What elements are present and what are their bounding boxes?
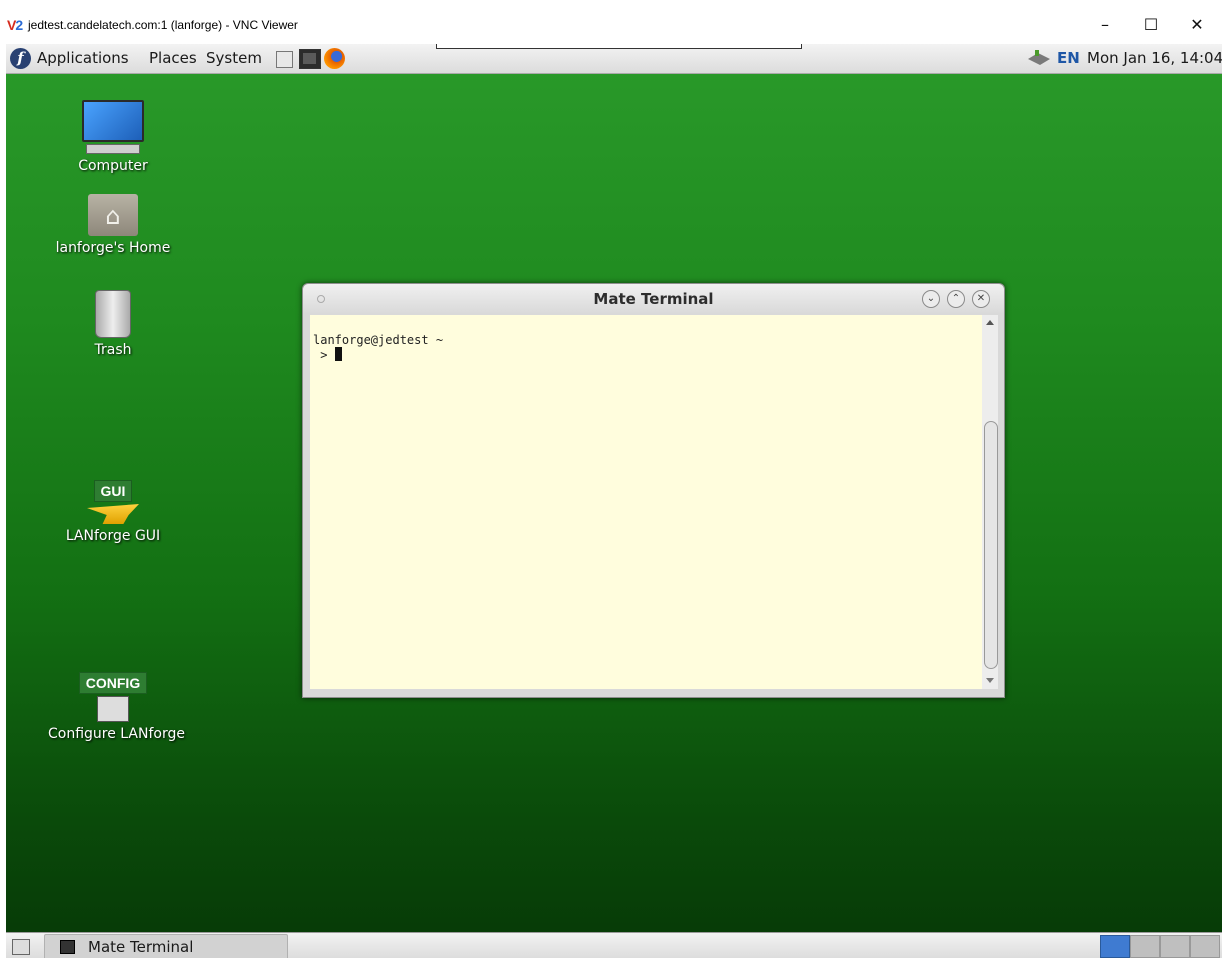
- workspace-4[interactable]: [1190, 935, 1220, 958]
- terminal-title: Mate Terminal: [593, 290, 714, 308]
- taskbar-item-label: Mate Terminal: [88, 938, 194, 956]
- terminal-minimize-button[interactable]: ⌄: [922, 290, 940, 308]
- trash-icon: [95, 290, 131, 338]
- terminal-content[interactable]: lanforge@jedtest ~ >: [310, 315, 982, 689]
- desktop-icon-label: Computer: [78, 158, 148, 174]
- desktop-icon-lanforge-gui[interactable]: GUI LANforge GUI: [48, 480, 178, 544]
- workspace-3[interactable]: [1160, 935, 1190, 958]
- terminal-close-button[interactable]: ✕: [972, 290, 990, 308]
- config-badge: CONFIG: [78, 672, 148, 694]
- bottom-panel: Mate Terminal: [6, 932, 1222, 958]
- remote-desktop[interactable]: f Applications Places System EN Mon Jan …: [6, 44, 1222, 958]
- scrollbar-thumb[interactable]: [984, 421, 998, 669]
- file-manager-launcher-icon[interactable]: [276, 51, 293, 68]
- terminal-scrollbar[interactable]: [982, 315, 998, 689]
- gui-badge: GUI: [93, 480, 133, 502]
- keyboard-layout-indicator[interactable]: EN: [1057, 49, 1080, 67]
- workspace-2[interactable]: [1130, 935, 1160, 958]
- terminal-prompt-symbol: >: [313, 348, 335, 362]
- terminal-prompt-line: >: [313, 347, 982, 362]
- show-desktop-icon[interactable]: [12, 939, 30, 955]
- desktop-icon-home[interactable]: lanforge's Home: [48, 194, 178, 256]
- menu-system[interactable]: System: [206, 49, 262, 67]
- desktop-icon-computer[interactable]: Computer: [48, 100, 178, 174]
- taskbar-item-terminal[interactable]: Mate Terminal: [44, 934, 288, 958]
- terminal-titlebar[interactable]: Mate Terminal ⌄ ⌃ ✕: [303, 284, 1004, 314]
- terminal-launcher-icon[interactable]: [299, 49, 321, 69]
- scroll-up-arrow-icon[interactable]: [986, 320, 994, 325]
- desktop-icon-label: lanforge's Home: [55, 240, 171, 256]
- panel-input-field[interactable]: [436, 44, 802, 49]
- terminal-maximize-button[interactable]: ⌃: [947, 290, 965, 308]
- scroll-down-arrow-icon[interactable]: [986, 678, 994, 683]
- menu-places[interactable]: Places: [149, 49, 197, 67]
- desktop-icon-trash[interactable]: Trash: [48, 290, 178, 358]
- anvil-icon: [87, 504, 139, 524]
- computer-icon: [82, 100, 144, 142]
- terminal-prompt-host: lanforge@jedtest ~: [313, 333, 444, 347]
- terminal-cursor: [334, 347, 342, 361]
- window-minimize-button[interactable]: –: [1082, 10, 1128, 40]
- config-server-icon: [97, 696, 129, 722]
- workspace-1[interactable]: [1100, 935, 1130, 958]
- vnc-window-titlebar[interactable]: V2 jedtest.candelatech.com:1 (lanforge) …: [0, 0, 1222, 44]
- window-close-button[interactable]: ✕: [1174, 10, 1220, 40]
- menu-applications[interactable]: Applications: [37, 49, 129, 67]
- fedora-logo-icon[interactable]: f: [10, 48, 31, 69]
- firefox-launcher-icon[interactable]: [324, 48, 345, 69]
- vnc-window-title: jedtest.candelatech.com:1 (lanforge) - V…: [28, 18, 298, 32]
- terminal-icon: [60, 940, 75, 954]
- desktop-icon-configure-lanforge[interactable]: CONFIG Configure LANforge: [48, 672, 185, 742]
- home-folder-icon: [88, 194, 138, 236]
- window-maximize-button[interactable]: ☐: [1128, 10, 1174, 40]
- clock[interactable]: Mon Jan 16, 14:04: [1087, 49, 1222, 67]
- desktop-icon-label: Trash: [94, 342, 132, 358]
- top-panel: f Applications Places System EN Mon Jan …: [6, 44, 1222, 74]
- terminal-window[interactable]: Mate Terminal ⌄ ⌃ ✕ lanforge@jedtest ~ >: [302, 283, 1005, 698]
- desktop-icon-label: Configure LANforge: [48, 726, 185, 742]
- desktop-icon-label: LANforge GUI: [65, 528, 161, 544]
- vnc-logo-icon: V2: [7, 17, 23, 33]
- network-icon[interactable]: [1026, 50, 1052, 68]
